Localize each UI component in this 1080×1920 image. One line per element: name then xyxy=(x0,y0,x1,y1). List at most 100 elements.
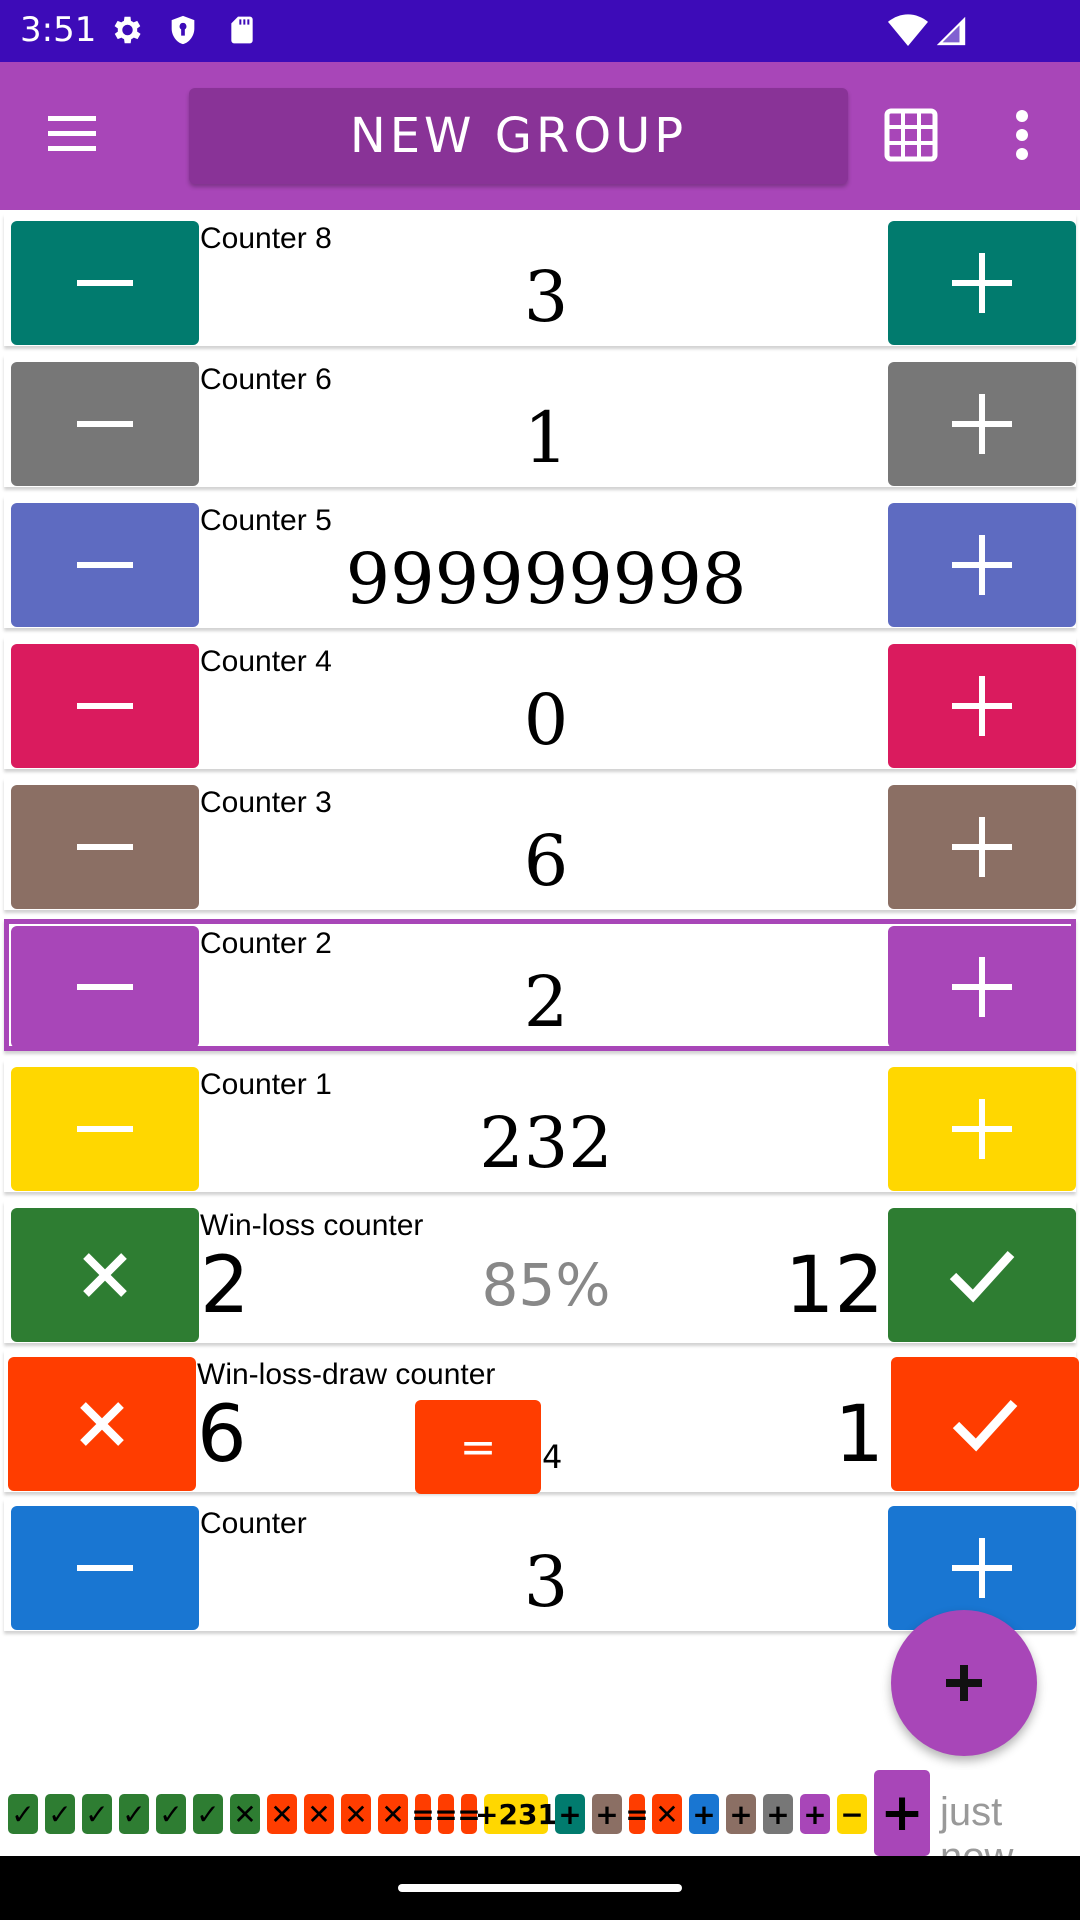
win-count: 1 xyxy=(834,1390,884,1480)
counter-value[interactable]: 6 xyxy=(200,820,892,902)
increment-button[interactable] xyxy=(888,362,1076,486)
minus-icon xyxy=(77,844,133,850)
plus-icon xyxy=(952,676,1012,736)
counter-name: Counter 4 xyxy=(200,645,332,678)
counter-row: Counter 1 232 xyxy=(4,1060,1076,1192)
minus-icon xyxy=(77,984,133,990)
group-title-button[interactable]: NEW GROUP xyxy=(189,88,848,184)
history-chip: ✓ xyxy=(119,1794,149,1834)
counter-row: Counter 4 0 xyxy=(4,637,1076,769)
decrement-button[interactable] xyxy=(11,503,199,627)
history-chip: ✕ xyxy=(341,1794,371,1834)
decrement-button[interactable] xyxy=(11,362,199,486)
counter-value[interactable]: 0 xyxy=(200,679,892,761)
counter-row: Counter 5 999999998 xyxy=(4,496,1076,628)
history-chip: + xyxy=(800,1794,830,1834)
counter-name: Counter 8 xyxy=(200,222,332,255)
history-chip: = xyxy=(411,1794,435,1834)
win-loss-draw-name: Win-loss-draw counter xyxy=(197,1358,496,1391)
loss-button[interactable] xyxy=(8,1357,196,1491)
counter-value[interactable]: 999999998 xyxy=(200,538,892,620)
minus-icon xyxy=(77,703,133,709)
plus-icon xyxy=(952,394,1012,454)
history-chip: + xyxy=(689,1794,719,1834)
decrement-button[interactable] xyxy=(11,926,199,1048)
counter-row: Counter 3 xyxy=(4,1499,1076,1631)
cross-icon xyxy=(80,1402,124,1446)
counter-value[interactable]: 2 xyxy=(200,961,892,1043)
counter-value[interactable]: 232 xyxy=(200,1102,892,1184)
system-navigation-bar xyxy=(0,1856,1080,1920)
decrement-button[interactable] xyxy=(11,1506,199,1630)
counter-value[interactable]: 3 xyxy=(200,1541,892,1623)
plus-icon xyxy=(952,1099,1012,1159)
plus-icon xyxy=(952,817,1012,877)
minus-icon xyxy=(77,1565,133,1571)
history-chip: ✕ xyxy=(267,1794,297,1834)
history-chip: ✓ xyxy=(193,1794,223,1834)
minus-icon xyxy=(77,280,133,286)
counter-row-selected: Counter 2 2 xyxy=(4,919,1076,1051)
add-counter-fab[interactable] xyxy=(891,1610,1037,1756)
history-chip: + xyxy=(555,1794,585,1834)
minus-icon xyxy=(77,421,133,427)
history-chip: + xyxy=(726,1794,756,1834)
check-icon xyxy=(949,1250,1015,1303)
increment-button[interactable] xyxy=(888,503,1076,627)
win-button[interactable] xyxy=(888,1208,1076,1342)
history-chip: ✕ xyxy=(230,1794,260,1834)
win-loss-name: Win-loss counter xyxy=(200,1209,424,1242)
counter-name: Counter 5 xyxy=(200,504,332,537)
increment-button[interactable] xyxy=(888,785,1076,909)
decrement-button[interactable] xyxy=(11,644,199,768)
history-chip: ✓ xyxy=(82,1794,112,1834)
signal-icon xyxy=(936,16,966,46)
check-icon xyxy=(952,1399,1018,1452)
counter-value[interactable]: 3 xyxy=(200,256,892,338)
grid-view-icon[interactable] xyxy=(884,108,938,162)
win-button[interactable] xyxy=(891,1357,1079,1491)
counter-row: Counter 6 1 xyxy=(4,355,1076,487)
increment-button[interactable] xyxy=(888,644,1076,768)
decrement-button[interactable] xyxy=(11,785,199,909)
minus-icon xyxy=(77,562,133,568)
win-loss-row: Win-loss counter 2 85% 12 xyxy=(4,1201,1076,1343)
sd-card-icon xyxy=(231,16,253,44)
loss-button[interactable] xyxy=(11,1208,199,1342)
decrement-button[interactable] xyxy=(11,221,199,345)
increment-button[interactable] xyxy=(888,1067,1076,1191)
minus-icon xyxy=(77,1126,133,1132)
win-count: 12 xyxy=(784,1241,884,1331)
home-gesture-handle[interactable] xyxy=(398,1884,682,1892)
increment-button[interactable] xyxy=(888,221,1076,345)
history-chip: ✕ xyxy=(652,1794,682,1834)
draw-button-label: = xyxy=(459,1421,497,1473)
counter-name: Counter 2 xyxy=(200,927,332,960)
counter-value[interactable]: 1 xyxy=(200,397,892,479)
status-time: 3:51 xyxy=(20,10,97,50)
plus-icon xyxy=(952,253,1012,313)
plus-icon xyxy=(952,535,1012,595)
history-chip: ✕ xyxy=(378,1794,408,1834)
wifi-icon xyxy=(888,14,928,47)
cross-icon xyxy=(83,1253,127,1297)
counter-name: Counter 1 xyxy=(200,1068,332,1101)
group-title: NEW GROUP xyxy=(349,108,688,164)
history-chip: = xyxy=(625,1794,649,1834)
history-chip: ✓ xyxy=(156,1794,186,1834)
history-strip[interactable]: ✓✓✓✓✓✓✕✕✕✕✕===+231++=✕++++−+ just now xyxy=(0,1770,1080,1879)
shield-icon xyxy=(171,15,195,45)
counter-name: Counter 3 xyxy=(200,786,332,819)
increment-button[interactable] xyxy=(888,926,1076,1048)
counter-name: Counter 6 xyxy=(200,363,332,396)
settings-icon xyxy=(114,16,141,44)
history-chip: + xyxy=(592,1794,622,1834)
history-chip: ✓ xyxy=(45,1794,75,1834)
hamburger-menu-icon[interactable] xyxy=(46,114,98,154)
draw-button[interactable]: = xyxy=(415,1400,541,1494)
decrement-button[interactable] xyxy=(11,1067,199,1191)
plus-icon xyxy=(952,957,1012,1017)
more-vert-icon[interactable] xyxy=(1010,108,1034,162)
win-loss-draw-row: Win-loss-draw counter 6 = 4 1 xyxy=(4,1350,1079,1494)
history-chip: = xyxy=(434,1794,458,1834)
